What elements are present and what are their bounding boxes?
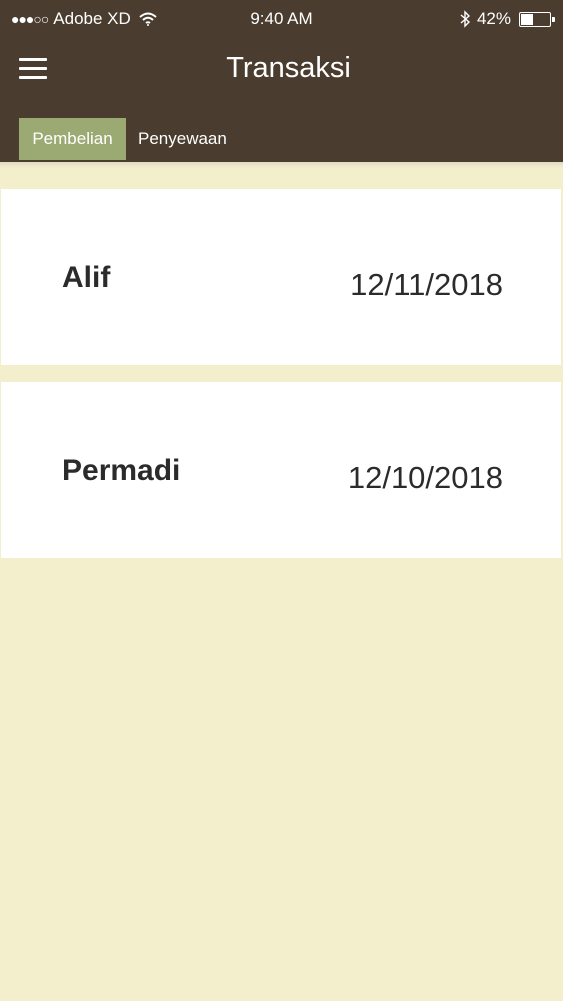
header-shadow <box>0 162 563 168</box>
battery-percent: 42% <box>476 9 511 28</box>
transaction-tabs: Pembelian Penyewaan <box>19 118 239 160</box>
bluetooth-icon <box>460 10 470 28</box>
transaction-name: Alif <box>62 261 111 294</box>
transaction-card-permadi[interactable]: Permadi 12/10/2018 <box>1 382 561 558</box>
status-bar: ●●●○○ Adobe XD 9:40 AM 42% <box>0 0 563 40</box>
app-header: ●●●○○ Adobe XD 9:40 AM 42% Transaksi Pem… <box>0 0 563 162</box>
transaction-name: Permadi <box>62 454 181 487</box>
tab-penyewaan[interactable]: Penyewaan <box>126 118 239 160</box>
transaksi-screen: ●●●○○ Adobe XD 9:40 AM 42% Transaksi Pem… <box>0 0 563 1001</box>
page-title: Transaksi <box>226 52 351 84</box>
transaction-date: 12/10/2018 <box>347 460 503 495</box>
tab-pembelian[interactable]: Pembelian <box>19 118 126 160</box>
transaction-date: 12/11/2018 <box>350 267 503 302</box>
battery-fill <box>521 13 533 25</box>
battery-icon <box>519 11 555 27</box>
transaction-card-alif[interactable]: Alif 12/11/2018 <box>1 189 561 365</box>
status-right: 42% <box>459 9 555 29</box>
battery-tip <box>552 16 555 22</box>
